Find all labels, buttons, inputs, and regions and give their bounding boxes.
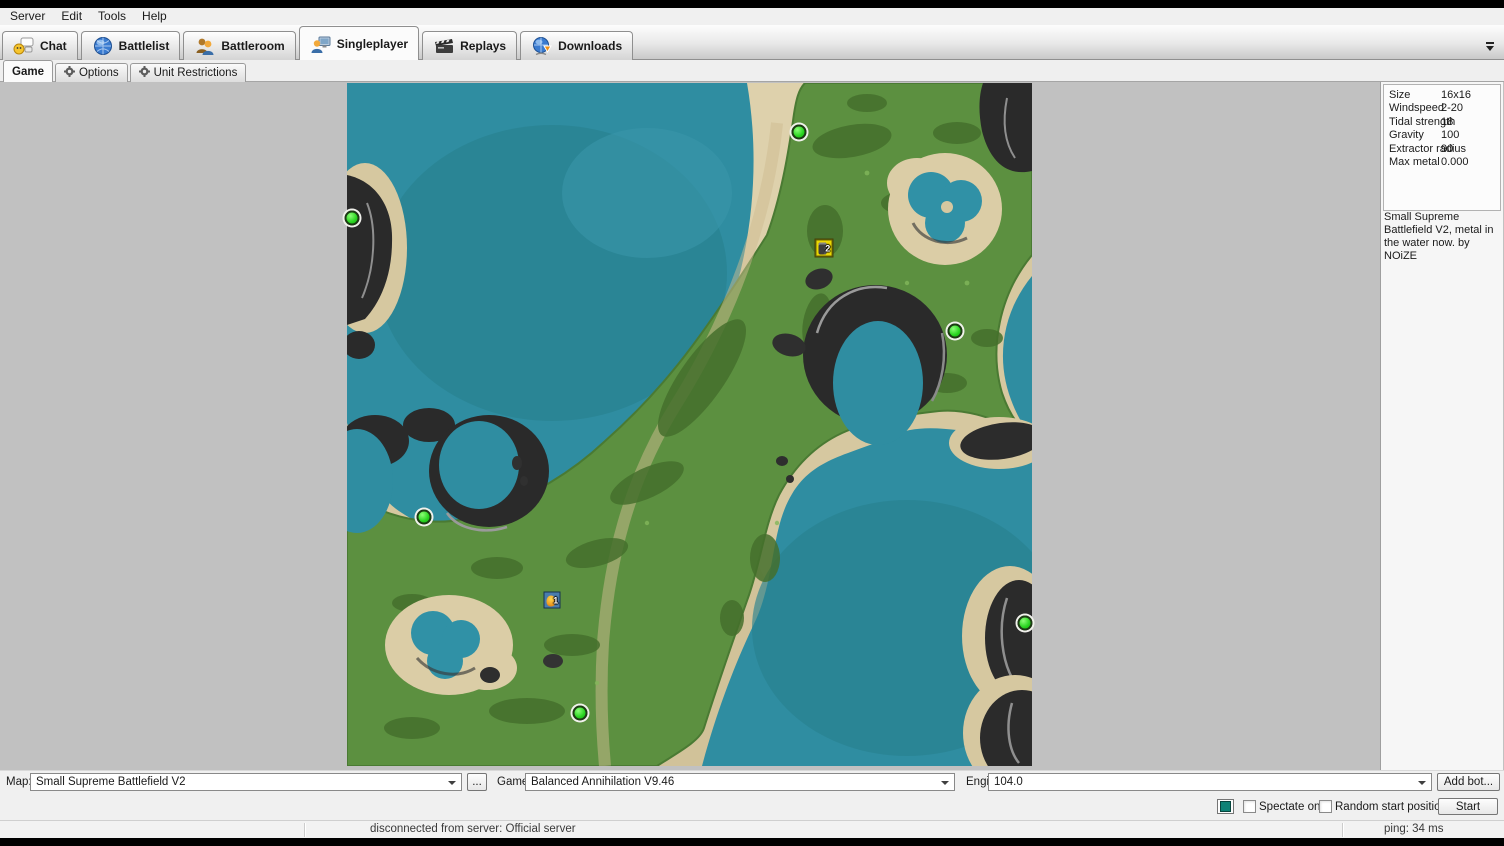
info-value: 0.000 <box>1441 156 1469 168</box>
tab-battlelist[interactable]: Battlelist <box>81 31 181 60</box>
add-bot-label: Add bot... <box>1444 776 1493 788</box>
map-browse-label: ... <box>472 776 482 788</box>
tab-label: Replays <box>460 39 506 53</box>
sub-tab-bar: Game Options Unit Restrictions <box>0 60 1504 82</box>
menu-tools[interactable]: Tools <box>90 8 134 25</box>
chevron-down-icon <box>941 781 949 785</box>
game-select[interactable]: Balanced Annihilation V9.46 <box>525 773 955 791</box>
subtab-unit-restrictions[interactable]: Unit Restrictions <box>130 63 247 82</box>
start-position-dot <box>416 509 431 524</box>
start-position-dot <box>572 705 587 720</box>
info-label: Windspeed <box>1389 102 1444 114</box>
map-markers: 21 <box>347 83 1032 766</box>
start-position-dot <box>948 323 963 338</box>
info-label: Gravity <box>1389 129 1424 141</box>
start-position-box[interactable]: 2 <box>815 240 832 257</box>
engine-select[interactable]: 104.0 <box>988 773 1432 791</box>
info-value: 18 <box>1441 116 1453 128</box>
subtab-label: Options <box>79 67 119 79</box>
main-tab-bar: Chat Battlelist <box>0 25 1504 60</box>
subtab-label: Unit Restrictions <box>154 67 238 79</box>
menu-help[interactable]: Help <box>134 8 175 25</box>
spectate-checkbox[interactable] <box>1243 800 1256 813</box>
map-description: Small Supreme Battlefield V2, metal in t… <box>1384 211 1498 263</box>
subtab-game[interactable]: Game <box>3 60 53 82</box>
start-button[interactable]: Start <box>1438 798 1498 815</box>
team-color-swatch <box>1220 801 1231 812</box>
map-info-panel: Size16x16 Windspeed2-20 Tidal strength18… <box>1380 82 1503 770</box>
singleplayer-icon <box>310 34 332 54</box>
info-value: 90 <box>1441 143 1453 155</box>
gear-icon <box>64 66 75 80</box>
info-label: Size <box>1389 89 1410 101</box>
random-start-label: Random start positions <box>1335 801 1453 813</box>
info-value: 2-20 <box>1441 102 1463 114</box>
engine-select-value: 104.0 <box>994 776 1023 788</box>
start-position-dot <box>345 211 360 226</box>
map-browse-button[interactable]: ... <box>467 773 487 791</box>
users-icon <box>194 36 216 56</box>
clapperboard-icon <box>433 36 455 56</box>
subtab-label: Game <box>12 66 44 78</box>
menu-bar: Server Edit Tools Help <box>0 8 1504 25</box>
random-start-checkbox[interactable] <box>1319 800 1332 813</box>
subtab-options[interactable]: Options <box>55 63 128 82</box>
team-color-button[interactable] <box>1217 799 1234 814</box>
map-label: Map: <box>6 776 32 788</box>
ping-status: ping: 34 ms <box>1384 823 1443 835</box>
start-position-dot <box>792 125 807 140</box>
tab-label: Battleroom <box>221 39 284 53</box>
start-label: Start <box>1456 801 1480 813</box>
gear-icon <box>139 66 150 80</box>
info-label: Max metal <box>1389 156 1440 168</box>
add-bot-button[interactable]: Add bot... <box>1437 773 1500 791</box>
tab-label: Chat <box>40 39 67 53</box>
tab-overflow-button[interactable] <box>1484 41 1496 53</box>
app-window: Server Edit Tools Help Chat <box>0 0 1504 846</box>
info-value: 16x16 <box>1441 89 1471 101</box>
status-bar: disconnected from server: Official serve… <box>0 820 1504 838</box>
chevron-down-icon <box>448 781 456 785</box>
lobby-client: Server Edit Tools Help Chat <box>0 8 1504 838</box>
map-info-box: Size16x16 Windspeed2-20 Tidal strength18… <box>1383 84 1501 211</box>
download-globe-icon <box>531 36 553 56</box>
menu-server[interactable]: Server <box>2 8 53 25</box>
tab-downloads[interactable]: Downloads <box>520 31 633 60</box>
start-options-row: Spectate only Random start positions Sta… <box>0 794 1504 820</box>
tab-label: Singleplayer <box>337 37 408 51</box>
menu-edit[interactable]: Edit <box>53 8 90 25</box>
globe-icon <box>92 36 114 56</box>
map-select-value: Small Supreme Battlefield V2 <box>36 776 186 788</box>
info-value: 100 <box>1441 129 1459 141</box>
map-select[interactable]: Small Supreme Battlefield V2 <box>30 773 462 791</box>
battle-options-row: Map: Small Supreme Battlefield V2 ... Ga… <box>0 770 1504 794</box>
battle-setup-area: 21 Size16x16 Windspeed2-20 Tidal strengt… <box>0 82 1504 770</box>
tab-label: Downloads <box>558 39 622 53</box>
tab-battleroom[interactable]: Battleroom <box>183 31 295 60</box>
connection-status: disconnected from server: Official serve… <box>370 823 576 835</box>
tab-singleplayer[interactable]: Singleplayer <box>299 26 419 60</box>
map-preview[interactable]: 21 <box>347 83 1032 766</box>
tab-label: Battlelist <box>119 39 170 53</box>
start-position-box[interactable]: 1 <box>543 592 560 609</box>
info-label: Extractor radius <box>1389 143 1466 155</box>
tab-replays[interactable]: Replays <box>422 31 517 60</box>
tab-chat[interactable]: Chat <box>2 31 78 60</box>
chat-icon <box>13 36 35 56</box>
chevron-down-icon <box>1418 781 1426 785</box>
game-select-value: Balanced Annihilation V9.46 <box>531 776 674 788</box>
start-position-dot <box>1018 616 1033 631</box>
